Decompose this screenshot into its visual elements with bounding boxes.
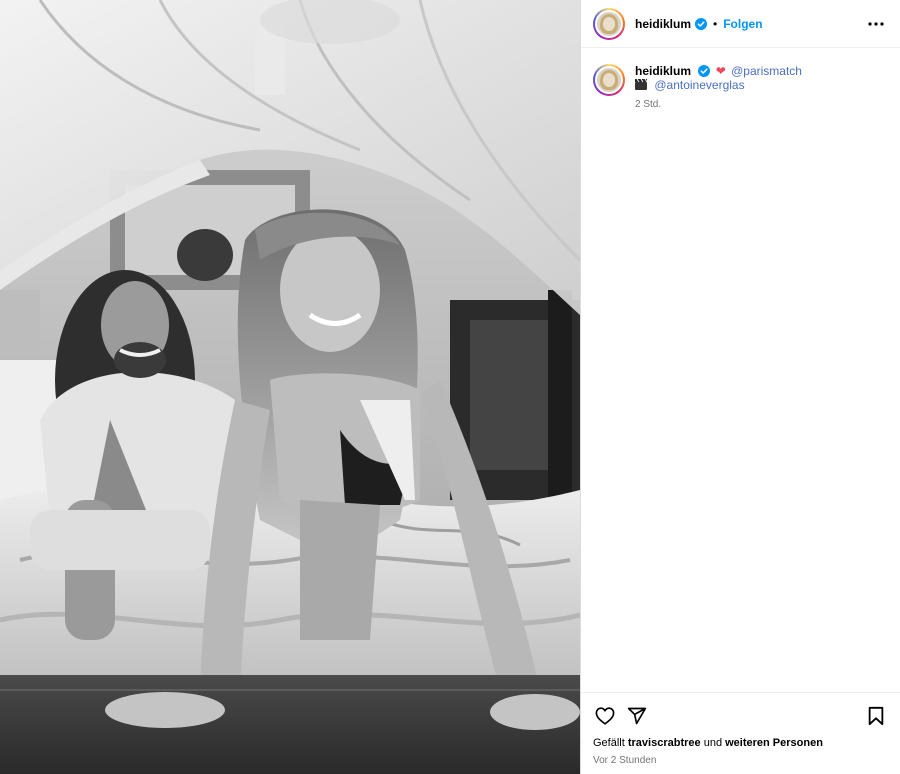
- caption-line-2: @antoineverglas: [635, 78, 802, 92]
- post-header: heidiklum • Folgen: [581, 0, 900, 48]
- avatar-image: [595, 9, 623, 38]
- caption-area: heidiklum ❤ @parismatch @antoineverglas: [581, 48, 900, 692]
- author-avatar[interactable]: [593, 7, 625, 40]
- action-row: [593, 703, 888, 729]
- post-timestamp[interactable]: Vor 2 Stunden: [593, 755, 888, 766]
- likes-prefix: Gefällt: [593, 737, 625, 749]
- post-actions: Gefällt traviscrabtree und weiteren Pers…: [581, 692, 900, 774]
- separator-dot: •: [713, 16, 718, 31]
- post-photo[interactable]: [0, 0, 580, 774]
- bookmark-icon[interactable]: [864, 704, 888, 728]
- send-icon[interactable]: [625, 704, 649, 728]
- caption-timestamp[interactable]: 2 Std.: [635, 98, 802, 112]
- caption-text: heidiklum ❤ @parismatch @antoineverglas: [635, 64, 802, 676]
- clapper-board-icon: [635, 79, 647, 90]
- author-username[interactable]: heidiklum: [635, 17, 691, 31]
- avatar-image: [595, 66, 623, 94]
- verified-badge-icon: [698, 65, 711, 77]
- verified-badge-icon: [695, 17, 708, 30]
- mention-link[interactable]: @parismatch: [731, 64, 802, 78]
- post-side-panel: heidiklum • Folgen heidiklum ❤ @parismat…: [580, 0, 900, 774]
- likes-user-link[interactable]: traviscrabtree: [628, 737, 701, 749]
- red-heart-emoji: ❤: [715, 64, 726, 78]
- caption-avatar[interactable]: [593, 64, 625, 96]
- follow-button[interactable]: Folgen: [723, 17, 762, 31]
- more-options-icon[interactable]: [864, 12, 888, 36]
- caption-username[interactable]: heidiklum: [635, 64, 691, 78]
- likes-summary: Gefällt traviscrabtree und weiteren Pers…: [593, 737, 888, 749]
- post-photo-image: [0, 0, 580, 774]
- likes-conjunction: und: [703, 737, 723, 749]
- instagram-post: heidiklum • Folgen heidiklum ❤ @parismat…: [0, 0, 900, 774]
- caption-line-1: heidiklum ❤ @parismatch: [635, 64, 802, 78]
- likes-others-link[interactable]: weiteren Personen: [725, 737, 823, 749]
- heart-icon[interactable]: [593, 704, 617, 728]
- mention-link[interactable]: @antoineverglas: [654, 78, 744, 92]
